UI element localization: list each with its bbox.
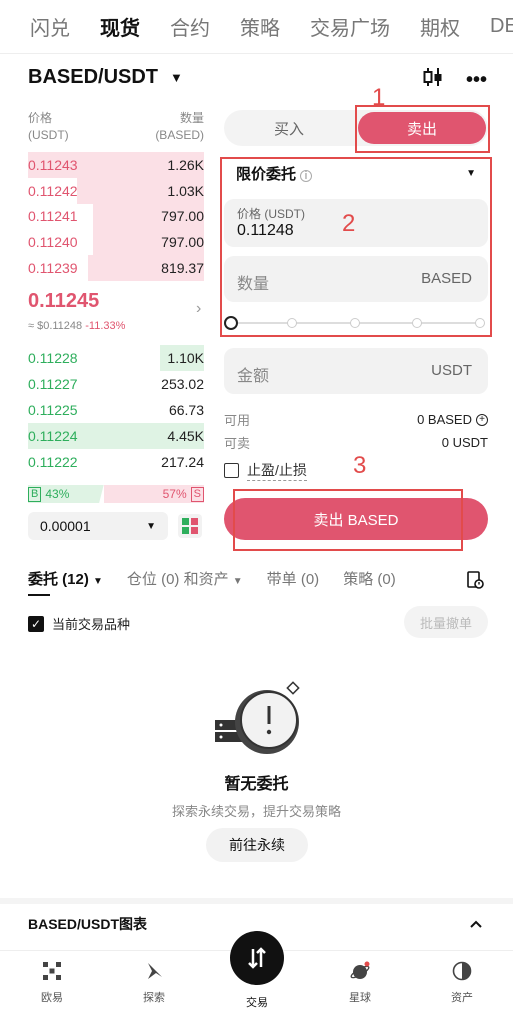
caret-down-icon: ▼: [93, 576, 103, 587]
ask-row[interactable]: 0.11242 1.03K: [28, 178, 204, 204]
compass-icon: [148, 963, 162, 979]
bottom-nav: 欧易 探索 交易 星球 资产: [0, 931, 513, 1024]
annotation-box-1: [355, 105, 490, 153]
buy-tab[interactable]: 买入: [224, 110, 354, 146]
tab-flash-swap[interactable]: 闪兑: [30, 12, 70, 41]
annotation-number-1: 1: [372, 84, 386, 111]
ask-row[interactable]: 0.11240 797.00: [28, 229, 204, 255]
caret-down-icon: ▼: [146, 520, 156, 532]
annotation-box-2: [220, 157, 492, 337]
tab-positions[interactable]: 仓位 (0) 和资产 ▼: [127, 568, 243, 589]
buy-ratio: B 43%: [28, 485, 104, 503]
nav-trade-label: 交易: [246, 997, 268, 1009]
bid-row[interactable]: 0.11228 1.10K: [28, 345, 204, 371]
buy-sell-ratio: B 43% 57% S: [28, 485, 204, 503]
tab-strategies[interactable]: 策略 (0): [343, 568, 396, 589]
annotation-box-3: [233, 489, 463, 551]
available-row: 可用 0 BASED +: [224, 410, 488, 429]
current-pair-filter[interactable]: ✓ 当前交易品种: [28, 614, 130, 633]
orderbook-header: 价格 (USDT) 数量 (BASED): [28, 110, 204, 144]
annotation-number-3: 3: [353, 452, 367, 479]
orderbook-layout-icon[interactable]: [178, 514, 202, 538]
pie-chart-icon: [452, 961, 472, 981]
chevron-right-icon[interactable]: ›: [196, 300, 201, 318]
amount-input[interactable]: 金额 USDT: [224, 348, 488, 394]
okx-logo-icon: [43, 962, 61, 980]
bid-row[interactable]: 0.11227 253.02: [28, 371, 204, 397]
nav-assets[interactable]: 资产: [432, 961, 492, 1005]
nav-trade-button[interactable]: [230, 931, 284, 985]
planet-icon: [350, 961, 370, 979]
top-tabs: 闪兑 现货 合约 策略 交易广场 期权 DE: [0, 0, 513, 54]
empty-title: 暂无委托: [224, 776, 289, 793]
ask-row[interactable]: 0.11243 1.26K: [28, 152, 204, 178]
chevron-up-icon: [469, 916, 483, 932]
empty-subtitle: 探索永续交易，提升交易策略: [171, 804, 341, 819]
go-perpetual-button[interactable]: 前往永续: [206, 828, 308, 862]
trade-arrows-icon: [248, 947, 266, 969]
nav-planet[interactable]: 星球: [330, 961, 390, 1005]
amount-header: 数量 (BASED): [155, 111, 204, 142]
active-tab-underline: [28, 594, 50, 596]
ask-row[interactable]: 0.11241 797.00: [28, 203, 204, 229]
bid-row[interactable]: 0.11224 4.45K: [28, 423, 204, 449]
depth-precision-select[interactable]: 0.00001 ▼: [28, 512, 168, 540]
sellable-row: 可卖 0 USDT: [224, 435, 488, 451]
header-icons: •••: [422, 66, 487, 94]
price-change: -11.33%: [85, 320, 126, 332]
pair-name: BASED/USDT: [28, 66, 159, 88]
add-circle-icon[interactable]: +: [476, 413, 488, 426]
bid-row[interactable]: 0.11222 217.24: [28, 449, 204, 475]
tab-strategy[interactable]: 策略: [240, 12, 280, 41]
last-price-sub: ≈ $0.11248 -11.33%: [28, 320, 126, 332]
orders-tabs: 委托 (12) ▼ 仓位 (0) 和资产 ▼ 带单 (0) 策略 (0): [28, 568, 488, 596]
tab-spot[interactable]: 现货: [100, 12, 140, 41]
annotation-number-2: 2: [342, 210, 356, 237]
caret-down-icon: ▼: [170, 70, 183, 85]
tpsl-checkbox[interactable]: 止盈/止损: [224, 460, 307, 481]
last-price: 0.11245: [28, 290, 100, 312]
tab-copy-orders[interactable]: 带单 (0): [267, 568, 320, 589]
tab-more[interactable]: DE: [490, 15, 513, 38]
tab-open-orders[interactable]: 委托 (12) ▼: [28, 568, 103, 589]
nav-okx[interactable]: 欧易: [22, 961, 82, 1005]
candlestick-icon[interactable]: [422, 66, 444, 94]
nav-explore[interactable]: 探索: [124, 961, 184, 1005]
empty-orders-illustration: [212, 680, 312, 760]
order-history-icon[interactable]: [466, 571, 484, 589]
batch-cancel-button[interactable]: 批量撤单: [404, 606, 488, 638]
checkmark-icon: ✓: [28, 615, 44, 632]
pair-selector[interactable]: BASED/USDT ▼: [28, 66, 183, 89]
bid-row[interactable]: 0.11225 66.73: [28, 397, 204, 423]
tab-options[interactable]: 期权: [420, 12, 460, 41]
checkbox-icon: [224, 463, 239, 478]
tab-trade-square[interactable]: 交易广场: [310, 12, 390, 41]
sell-ratio: 57% S: [103, 485, 204, 503]
ask-row[interactable]: 0.11239 819.37: [28, 255, 204, 281]
more-icon[interactable]: •••: [466, 69, 487, 92]
tab-futures[interactable]: 合约: [170, 12, 210, 41]
caret-down-icon: ▼: [232, 576, 243, 587]
